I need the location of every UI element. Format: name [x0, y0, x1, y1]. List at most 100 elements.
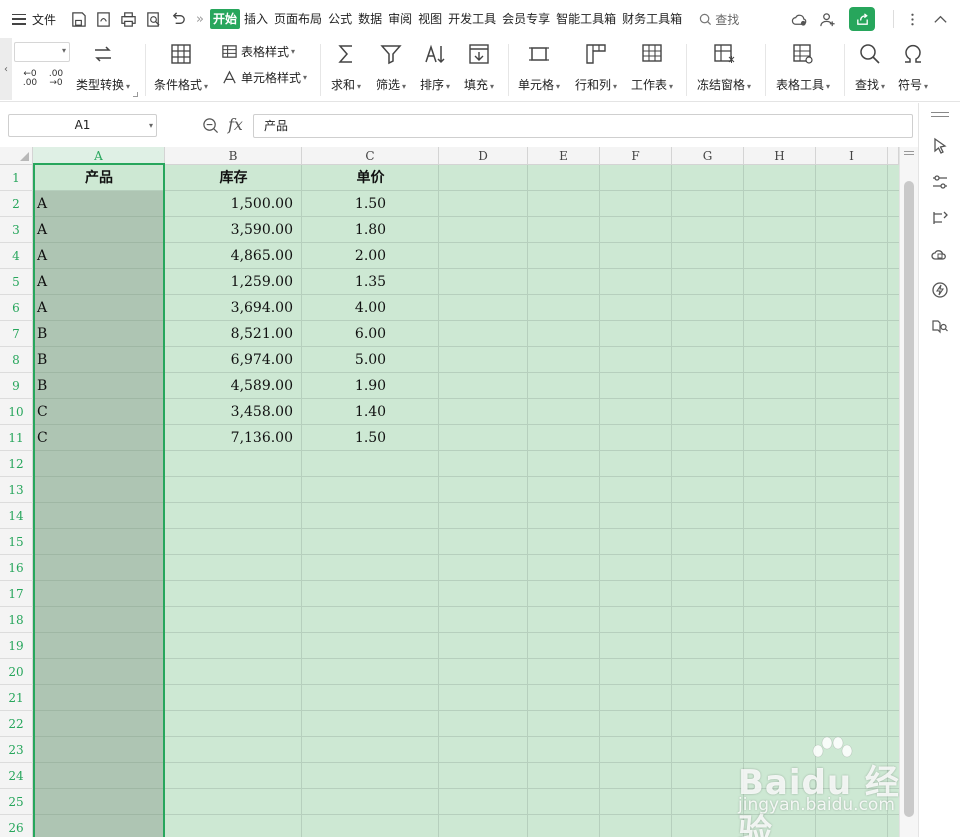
cell-b10[interactable]: 3,458.00 — [165, 399, 293, 425]
tab-1[interactable]: 插入 — [242, 9, 270, 29]
row-header-23[interactable]: 23 — [0, 737, 33, 763]
cell-a1[interactable]: 产品 — [33, 165, 165, 191]
row-header-12[interactable]: 12 — [0, 451, 33, 477]
tab-6[interactable]: 视图 — [416, 9, 444, 29]
row-header-20[interactable]: 20 — [0, 659, 33, 685]
row-header-18[interactable]: 18 — [0, 607, 33, 633]
row-header-2[interactable]: 2 — [0, 191, 33, 217]
cloud-sync-button[interactable] — [785, 0, 813, 38]
name-box[interactable]: A1 ▾ — [8, 114, 157, 137]
cell-a3[interactable]: A — [37, 217, 163, 243]
sidebar-properties-button[interactable] — [929, 171, 951, 193]
print-button[interactable] — [116, 4, 141, 34]
file-menu[interactable]: 文件 — [32, 11, 56, 28]
group-expand-icon[interactable] — [133, 92, 138, 97]
more-options-button[interactable] — [898, 0, 926, 38]
symbol-button[interactable]: 符号 ▾ — [898, 41, 928, 93]
row-header-25[interactable]: 25 — [0, 789, 33, 815]
cell-b2[interactable]: 1,500.00 — [165, 191, 293, 217]
cell-b1[interactable]: 库存 — [165, 165, 302, 191]
tab-0[interactable]: 开始 — [210, 9, 241, 29]
select-all-corner[interactable] — [0, 147, 33, 165]
row-header-8[interactable]: 8 — [0, 347, 33, 373]
row-header-15[interactable]: 15 — [0, 529, 33, 555]
row-header-24[interactable]: 24 — [0, 763, 33, 789]
ribbon-scroll-left[interactable]: ‹ — [0, 38, 12, 100]
sidebar-layout-button[interactable] — [929, 207, 951, 229]
fill-button[interactable]: 填充 ▾ — [464, 41, 494, 93]
collapse-ribbon-button[interactable] — [926, 0, 954, 38]
column-header-g[interactable]: G — [672, 147, 744, 165]
column-header-f[interactable]: F — [600, 147, 672, 165]
cell-c10[interactable]: 1.40 — [302, 399, 439, 425]
tab-5[interactable]: 审阅 — [386, 9, 414, 29]
row-header-1[interactable]: 1 — [0, 165, 33, 191]
cell-c2[interactable]: 1.50 — [302, 191, 439, 217]
row-header-17[interactable]: 17 — [0, 581, 33, 607]
column-header-e[interactable]: E — [528, 147, 600, 165]
cell-a7[interactable]: B — [37, 321, 163, 347]
cell-a11[interactable]: C — [37, 425, 163, 451]
row-header-22[interactable]: 22 — [0, 711, 33, 737]
sidebar-reading-button[interactable] — [929, 315, 951, 337]
cell-c7[interactable]: 6.00 — [302, 321, 439, 347]
table-style-button[interactable]: 表格样式 ▾ — [221, 43, 295, 60]
formula-input[interactable]: 产品 — [253, 114, 913, 138]
cell-a2[interactable]: A — [37, 191, 163, 217]
row-header-4[interactable]: 4 — [0, 243, 33, 269]
cell-b5[interactable]: 1,259.00 — [165, 269, 293, 295]
decrease-decimal-button[interactable]: .00 →0 — [44, 68, 68, 90]
cell-b3[interactable]: 3,590.00 — [165, 217, 293, 243]
save-button[interactable] — [66, 4, 91, 34]
cell-c1[interactable]: 单价 — [302, 165, 439, 191]
cell-b7[interactable]: 8,521.00 — [165, 321, 293, 347]
freeze-panes-button[interactable]: 冻结窗格 ▾ — [697, 41, 751, 93]
cell-a5[interactable]: A — [37, 269, 163, 295]
cell-c3[interactable]: 1.80 — [302, 217, 439, 243]
row-header-9[interactable]: 9 — [0, 373, 33, 399]
tab-7[interactable]: 开发工具 — [446, 9, 498, 29]
number-format-select[interactable]: ▾ — [14, 42, 70, 62]
row-header-5[interactable]: 5 — [0, 269, 33, 295]
column-header-b[interactable]: B — [165, 147, 302, 165]
column-header-a[interactable]: A — [33, 147, 165, 165]
table-tools-button[interactable]: 表格工具 ▾ — [776, 41, 830, 93]
tab-9[interactable]: 智能工具箱 — [554, 9, 618, 29]
cell-a6[interactable]: A — [37, 295, 163, 321]
cell-c4[interactable]: 2.00 — [302, 243, 439, 269]
cell-c11[interactable]: 1.50 — [302, 425, 439, 451]
row-header-3[interactable]: 3 — [0, 217, 33, 243]
export-pdf-button[interactable] — [91, 4, 116, 34]
worksheet-button[interactable]: 工作表 ▾ — [631, 41, 673, 93]
fx-icon[interactable]: fx — [228, 115, 243, 134]
find-button[interactable]: 查找 ▾ — [855, 41, 885, 93]
tab-8[interactable]: 会员专享 — [500, 9, 552, 29]
scrollbar-thumb[interactable] — [904, 181, 914, 817]
conditional-format-button[interactable]: 条件格式 ▾ — [154, 41, 208, 93]
sum-button[interactable]: 求和 ▾ — [331, 41, 361, 93]
tab-10[interactable]: 财务工具箱 — [620, 9, 684, 29]
column-header-i[interactable]: I — [816, 147, 888, 165]
spreadsheet-grid[interactable]: ABCDEFGHI 1 2 3 4 5 6 7 8 9 10 11 12 13 14 15 16 17 18 19 2… — [0, 147, 918, 837]
row-header-26[interactable]: 26 — [0, 815, 33, 837]
cell-a9[interactable]: B — [37, 373, 163, 399]
column-header-c[interactable]: C — [302, 147, 439, 165]
undo-button[interactable] — [166, 4, 191, 34]
row-header-14[interactable]: 14 — [0, 503, 33, 529]
cell-c6[interactable]: 4.00 — [302, 295, 439, 321]
row-header-19[interactable]: 19 — [0, 633, 33, 659]
cell-b9[interactable]: 4,589.00 — [165, 373, 293, 399]
tab-2[interactable]: 页面布局 — [272, 9, 324, 29]
cell-b6[interactable]: 3,694.00 — [165, 295, 293, 321]
cell-button[interactable]: 单元格 ▾ — [518, 41, 560, 93]
row-col-button[interactable]: 行和列 ▾ — [575, 41, 617, 93]
cell-b11[interactable]: 7,136.00 — [165, 425, 293, 451]
cell-c5[interactable]: 1.35 — [302, 269, 439, 295]
cell-b4[interactable]: 4,865.00 — [165, 243, 293, 269]
vertical-scrollbar[interactable] — [899, 147, 918, 837]
cell-b8[interactable]: 6,974.00 — [165, 347, 293, 373]
row-header-16[interactable]: 16 — [0, 555, 33, 581]
row-header-7[interactable]: 7 — [0, 321, 33, 347]
column-header-d[interactable]: D — [439, 147, 528, 165]
print-preview-button[interactable] — [141, 4, 166, 34]
